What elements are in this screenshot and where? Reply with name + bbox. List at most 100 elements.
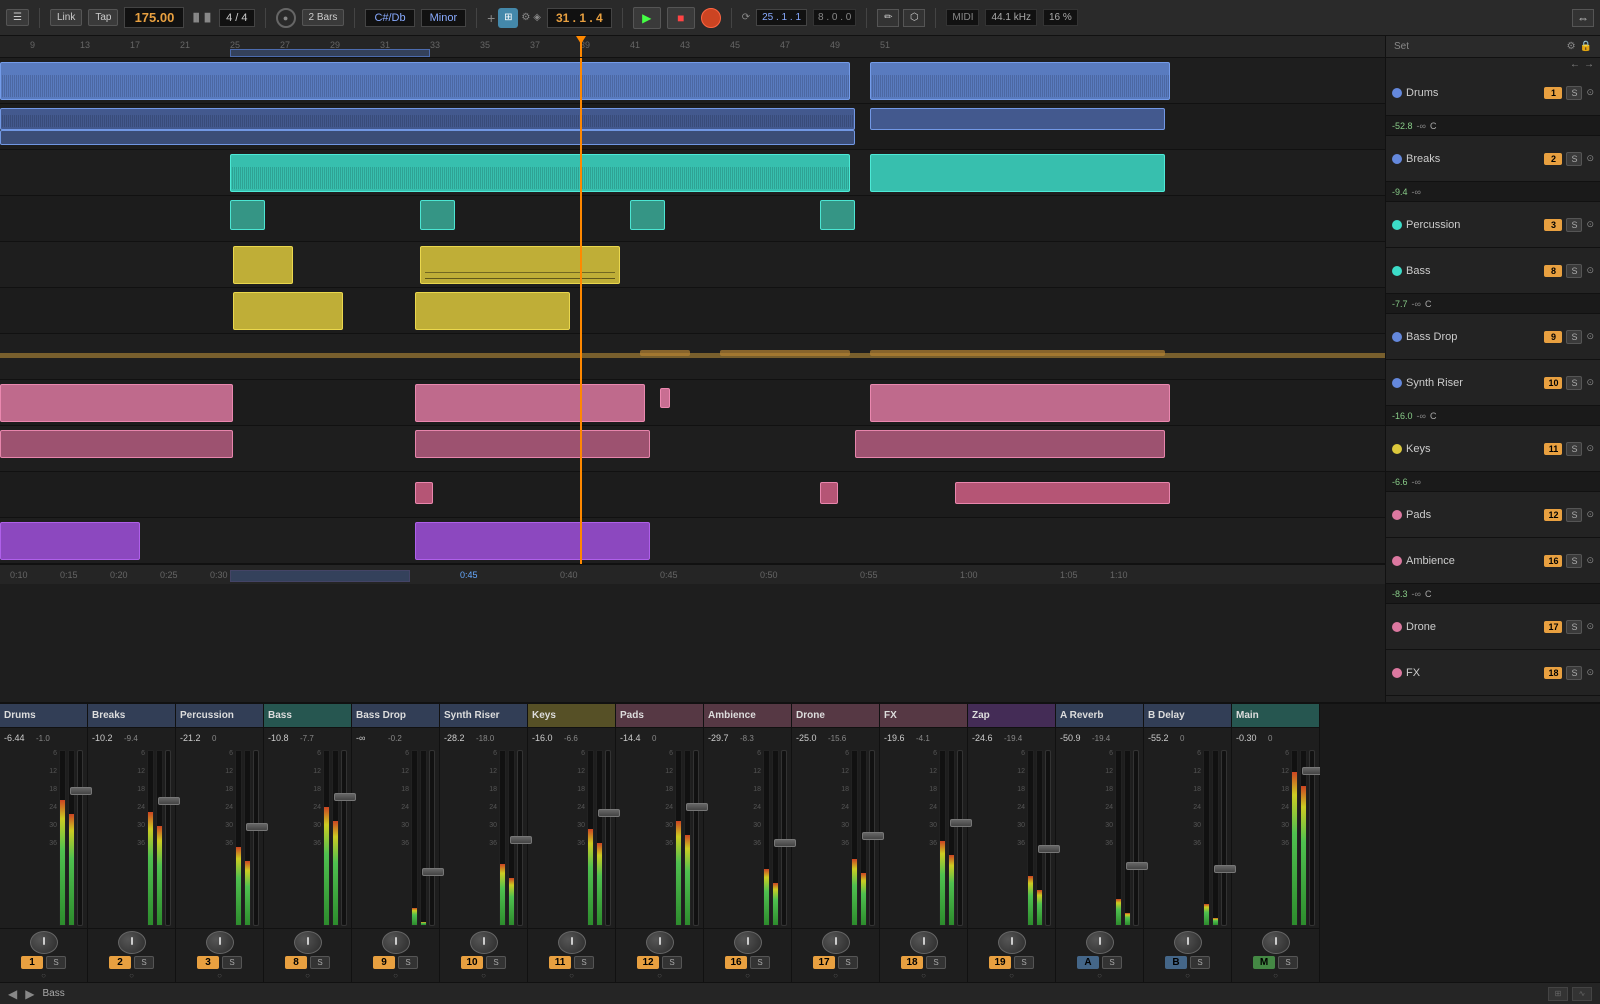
- ch-mute-drone[interactable]: ○: [833, 971, 838, 980]
- ch-mute-main[interactable]: ○: [1273, 971, 1278, 980]
- metronome-button[interactable]: ●: [276, 8, 296, 28]
- loop-icon[interactable]: ⟳: [742, 12, 750, 23]
- clip-breaks-3[interactable]: [870, 108, 1165, 130]
- clip-bass-3[interactable]: [630, 200, 665, 230]
- ch-solo-fx[interactable]: S: [926, 956, 946, 969]
- ch-pan-drums[interactable]: [30, 931, 58, 954]
- clip-bassdrop-1[interactable]: [233, 246, 293, 284]
- ch-name-pads[interactable]: Pads: [616, 704, 703, 728]
- ch-pan-zap[interactable]: [998, 931, 1026, 954]
- clip-fx-2[interactable]: [415, 522, 650, 560]
- ch-mute-bass drop[interactable]: ○: [393, 971, 398, 980]
- track-item-zap[interactable]: Zap 19 S ⊙: [1386, 696, 1600, 702]
- ch-mute-pads[interactable]: ○: [657, 971, 662, 980]
- ch-name-percussion[interactable]: Percussion: [176, 704, 263, 728]
- ch-solo-keys[interactable]: S: [574, 956, 594, 969]
- ch-fader-b delay[interactable]: [1221, 750, 1227, 926]
- track-list-settings[interactable]: ⚙: [1567, 41, 1576, 52]
- ch-name-zap[interactable]: Zap: [968, 704, 1055, 728]
- ch-fader-bass[interactable]: [341, 750, 347, 926]
- track-solo-drone[interactable]: S: [1566, 620, 1582, 634]
- ch-pan-bass drop[interactable]: [382, 931, 410, 954]
- ch-fader-a reverb[interactable]: [1133, 750, 1139, 926]
- track-list-lock[interactable]: 🔒: [1580, 41, 1592, 52]
- clip-ambience-1[interactable]: [0, 430, 233, 458]
- ch-fader-breaks[interactable]: [165, 750, 171, 926]
- clip-breaks-2[interactable]: [0, 130, 855, 145]
- ch-solo-ambience[interactable]: S: [750, 956, 770, 969]
- quantize-value[interactable]: 25 . 1 . 1: [756, 9, 807, 26]
- select-tool[interactable]: ⬡: [903, 9, 925, 27]
- clip-bassdrop-2[interactable]: [420, 246, 620, 284]
- track-arm-fx[interactable]: ⊙: [1586, 667, 1594, 678]
- ch-mute-keys[interactable]: ○: [569, 971, 574, 980]
- clip-drums-2[interactable]: [870, 62, 1170, 100]
- bottom-back-btn[interactable]: ◀: [8, 987, 17, 1001]
- ch-solo-b delay[interactable]: S: [1190, 956, 1210, 969]
- track-solo-bass[interactable]: S: [1566, 264, 1582, 278]
- clip-bass-2[interactable]: [420, 200, 455, 230]
- clip-keys-accent3[interactable]: [870, 350, 1165, 356]
- ch-name-a reverb[interactable]: A Reverb: [1056, 704, 1143, 728]
- track-arm-ambience[interactable]: ⊙: [1586, 555, 1594, 566]
- track-item-synthriser[interactable]: Synth Riser 10 S ⊙: [1386, 360, 1600, 406]
- ch-solo-main[interactable]: S: [1278, 956, 1298, 969]
- track-item-bassdrop[interactable]: Bass Drop 9 S ⊙: [1386, 314, 1600, 360]
- track-arm-bassdrop[interactable]: ⊙: [1586, 331, 1594, 342]
- key-display[interactable]: C#/Db: [365, 9, 414, 27]
- clip-drone-2[interactable]: [820, 482, 838, 504]
- loop-region[interactable]: [230, 49, 430, 57]
- hamburger-menu[interactable]: ☰: [6, 9, 29, 26]
- ch-mute-ambience[interactable]: ○: [745, 971, 750, 980]
- session-view-btn[interactable]: ⊞: [498, 8, 518, 28]
- ch-pan-drone[interactable]: [822, 931, 850, 954]
- ch-solo-bass[interactable]: S: [310, 956, 330, 969]
- track-arm-drone[interactable]: ⊙: [1586, 621, 1594, 632]
- arrangement-view[interactable]: 9 13 17 21 25 27 29 31 33 35 37 39 41 43…: [0, 36, 1385, 702]
- mode-display[interactable]: Minor: [421, 9, 467, 27]
- midi-icon[interactable]: ◈: [533, 12, 541, 23]
- clip-percussion-1[interactable]: [230, 154, 850, 192]
- track-solo-bassdrop[interactable]: S: [1566, 330, 1582, 344]
- clip-drone-3[interactable]: [955, 482, 1170, 504]
- ch-fader-handle-main[interactable]: [1302, 767, 1320, 775]
- ch-pan-ambience[interactable]: [734, 931, 762, 954]
- clip-pads-3[interactable]: [660, 388, 670, 408]
- ch-solo-zap[interactable]: S: [1014, 956, 1034, 969]
- ch-name-b delay[interactable]: B Delay: [1144, 704, 1231, 728]
- ch-fader-keys[interactable]: [605, 750, 611, 926]
- clip-pads-1[interactable]: [0, 384, 233, 422]
- ch-name-bass drop[interactable]: Bass Drop: [352, 704, 439, 728]
- ch-fader-zap[interactable]: [1045, 750, 1051, 926]
- nav-left[interactable]: ←: [1570, 59, 1580, 70]
- clip-keys-accent1[interactable]: [640, 350, 690, 356]
- ch-fader-drums[interactable]: [77, 750, 83, 926]
- record-button[interactable]: [701, 8, 721, 28]
- track-item-fx[interactable]: FX 18 S ⊙: [1386, 650, 1600, 696]
- ch-fader-ambience[interactable]: [781, 750, 787, 926]
- ch-pan-pads[interactable]: [646, 931, 674, 954]
- ch-pan-main[interactable]: [1262, 931, 1290, 954]
- track-arm-drums[interactable]: ⊙: [1586, 87, 1594, 98]
- clip-drone-1[interactable]: [415, 482, 433, 504]
- track-solo-keys[interactable]: S: [1566, 442, 1582, 456]
- ch-pan-bass[interactable]: [294, 931, 322, 954]
- track-item-percussion[interactable]: Percussion 3 S ⊙: [1386, 202, 1600, 248]
- bottom-forward-btn[interactable]: ▶: [25, 987, 34, 1001]
- track-solo-fx[interactable]: S: [1566, 666, 1582, 680]
- ch-pan-fx[interactable]: [910, 931, 938, 954]
- clip-synthriser-1[interactable]: [233, 292, 343, 330]
- ch-name-breaks[interactable]: Breaks: [88, 704, 175, 728]
- ch-name-drone[interactable]: Drone: [792, 704, 879, 728]
- ch-name-bass[interactable]: Bass: [264, 704, 351, 728]
- ch-name-ambience[interactable]: Ambience: [704, 704, 791, 728]
- time-scroll-handle[interactable]: [230, 570, 410, 582]
- loop-length[interactable]: 2 Bars: [302, 9, 345, 26]
- ch-pan-synth riser[interactable]: [470, 931, 498, 954]
- track-arm-keys[interactable]: ⊙: [1586, 443, 1594, 454]
- track-solo-percussion[interactable]: S: [1566, 218, 1582, 232]
- ch-fader-fx[interactable]: [957, 750, 963, 926]
- track-solo-breaks[interactable]: S: [1566, 152, 1582, 166]
- ch-mute-percussion[interactable]: ○: [217, 971, 222, 980]
- track-arm-breaks[interactable]: ⊙: [1586, 153, 1594, 164]
